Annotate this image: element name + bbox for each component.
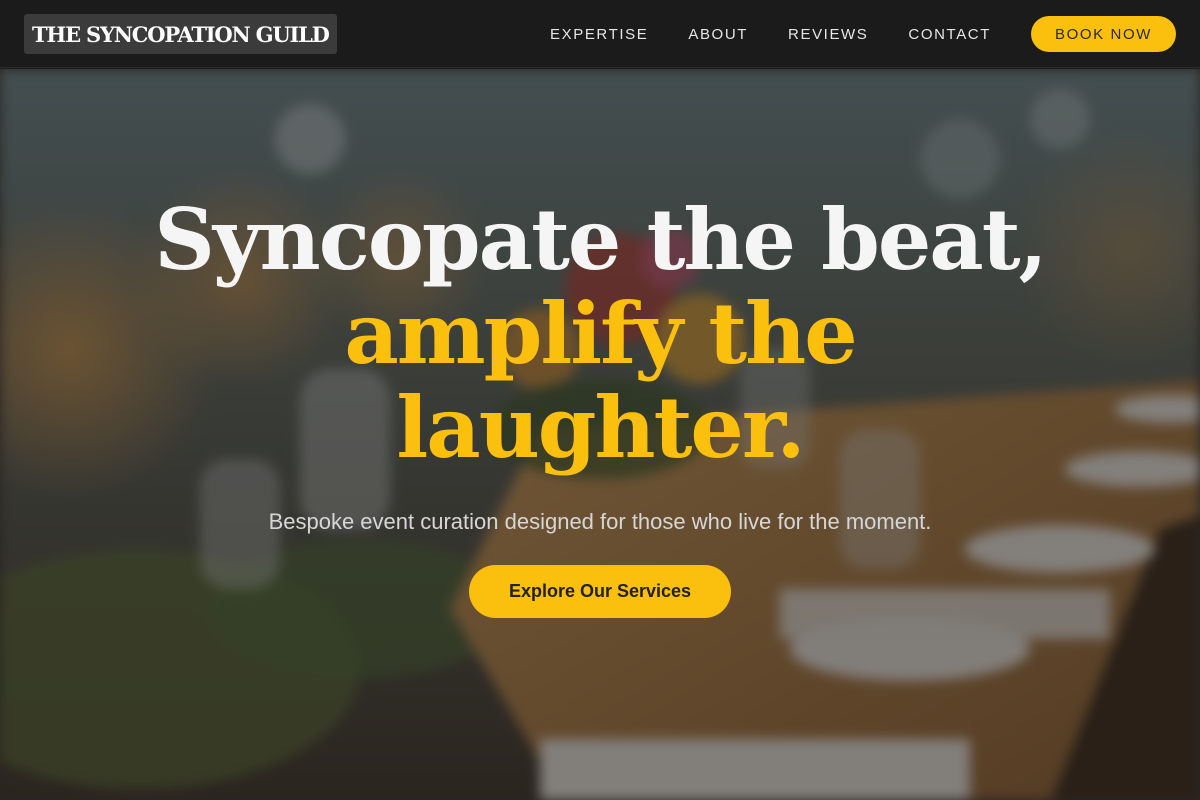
top-navbar: THE SYNCOPATION GUILD EXPERTISE ABOUT RE… — [0, 0, 1200, 68]
brand-logo[interactable]: THE SYNCOPATION GUILD — [24, 14, 337, 54]
nav-link-about[interactable]: ABOUT — [688, 26, 748, 43]
nav-link-reviews[interactable]: REVIEWS — [788, 26, 868, 43]
nav-link-expertise[interactable]: EXPERTISE — [550, 26, 648, 43]
book-now-button[interactable]: BOOK NOW — [1031, 16, 1176, 52]
headline-line-2: amplify the — [344, 284, 857, 383]
hero-content: Syncopate the beat, amplify the laughter… — [0, 69, 1200, 800]
primary-nav: EXPERTISE ABOUT REVIEWS CONTACT BOOK NOW — [550, 16, 1176, 52]
nav-link-contact[interactable]: CONTACT — [908, 26, 991, 43]
hero-headline: Syncopate the beat, amplify the laughter… — [0, 193, 1200, 475]
explore-services-button[interactable]: Explore Our Services — [469, 565, 731, 618]
hero-subtitle: Bespoke event curation designed for thos… — [268, 509, 932, 534]
hero-section: Syncopate the beat, amplify the laughter… — [0, 69, 1200, 800]
headline-line-3: laughter. — [396, 378, 805, 477]
headline-line-1: Syncopate the beat, — [154, 190, 1048, 289]
